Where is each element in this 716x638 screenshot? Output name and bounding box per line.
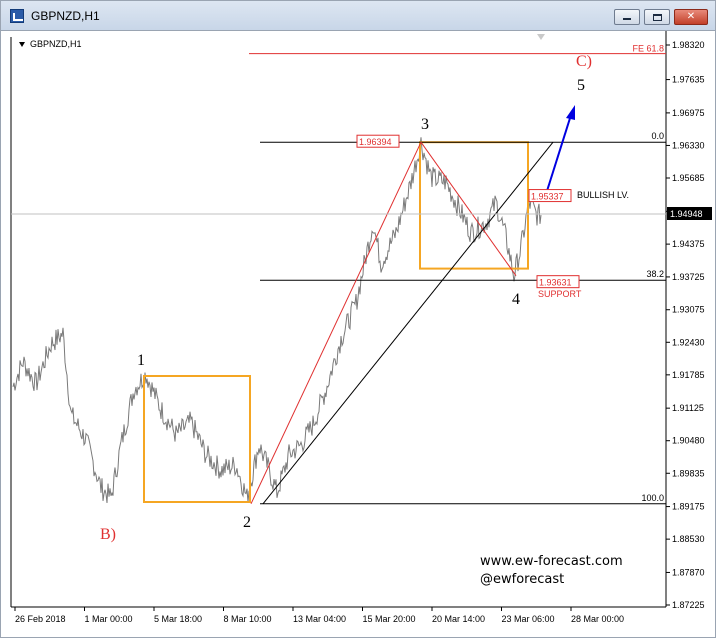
time-axis-tick-label: 15 Mar 20:00: [363, 614, 416, 624]
support-annotation: SUPPORT: [538, 289, 582, 299]
price-chart: 1.983201.976351.969751.963301.956851.950…: [10, 31, 712, 624]
time-axis-tick-label: 20 Mar 14:00: [432, 614, 485, 624]
time-axis-tick-label: 23 Mar 06:00: [502, 614, 555, 624]
watermark-handle: @ewforecast: [480, 572, 564, 587]
price-axis-tick-label: 1.95685: [672, 173, 705, 183]
close-button[interactable]: ✕: [674, 9, 708, 25]
price-axis-tick-label: 1.90480: [672, 436, 705, 446]
wave-4-correction-box: [419, 141, 529, 270]
red-channel-line-down: [420, 141, 517, 276]
chart-app-icon: [10, 9, 24, 23]
red-channel-line-up: [250, 141, 422, 505]
minimize-icon: [623, 18, 631, 20]
time-axis-tick-label: 8 Mar 10:00: [224, 614, 272, 624]
price-axis-tick-label: 1.94375: [672, 239, 705, 249]
minimize-button[interactable]: [614, 9, 640, 25]
current-price-text: 1.94948: [670, 209, 703, 219]
bullish-level-annotation: BULLISH LV.: [577, 190, 629, 200]
maximize-button[interactable]: [644, 9, 670, 25]
projection-arrowhead-icon: [566, 105, 575, 120]
high-price-text: 1.96394: [359, 137, 392, 147]
price-axis-tick-label: 1.91785: [672, 370, 705, 380]
wave-3-label: 3: [421, 116, 429, 133]
support-price-text: 1.93631: [539, 278, 572, 288]
price-axis-tick-label: 1.89835: [672, 468, 705, 478]
watermark-site: www.ew-forecast.com: [480, 554, 623, 569]
price-axis-tick-label: 1.87870: [672, 567, 705, 577]
fib-38-2-label: 38.2: [646, 269, 664, 279]
price-axis-tick-label: 1.96330: [672, 140, 705, 150]
price-axis-tick-label: 1.93075: [672, 305, 705, 315]
price-axis-tick-label: 1.93725: [672, 272, 705, 282]
chart-canvas[interactable]: GBPNZD,H1 1.98320 1.97635 1.96975 1.96330 1.…: [1, 31, 715, 637]
price-axis-tick-label: 1.88530: [672, 534, 705, 544]
wave-5-projection-arrow: [546, 114, 572, 192]
fib-100-label: 100.0: [641, 493, 664, 503]
price-axis-tick-label: 1.91125: [672, 403, 704, 413]
time-axis-tick-label: 26 Feb 2018: [15, 614, 66, 624]
wave-5-label: 5: [577, 77, 585, 94]
wave-b-label: B): [100, 526, 116, 543]
window-title-bar[interactable]: GBPNZD,H1 ✕: [1, 1, 715, 31]
maximize-icon: [652, 13, 662, 21]
price-axis-tick-label: 1.87225: [672, 600, 705, 610]
time-axis-tick-label: 1 Mar 00:00: [85, 614, 133, 624]
close-icon: ✕: [686, 11, 696, 22]
wave-c-label: C): [576, 53, 592, 70]
time-axis-tick-label: 5 Mar 18:00: [154, 614, 202, 624]
time-axis-tick-label: 13 Mar 04:00: [293, 614, 346, 624]
price-axis-tick-label: 1.92430: [672, 337, 705, 347]
time-axis-ticks: 26 Feb 2018 1 Mar 00:00 5 Mar 18:00 8 Mar 1…: [14, 607, 624, 624]
price-axis-tick-label: 1.98320: [672, 40, 705, 50]
price-axis-tick-label: 1.89175: [672, 502, 705, 512]
fib-0-label: 0.0: [651, 131, 664, 141]
time-axis-tick-label: 28 Mar 00:00: [571, 614, 624, 624]
price-axis-tick-label: 1.96975: [672, 108, 705, 118]
wave-4-label: 4: [512, 291, 520, 308]
fe-61-8-label: FE 61.8: [632, 44, 664, 54]
bullish-price-text: 1.95337: [531, 192, 564, 202]
wave-2-correction-box: [143, 375, 251, 503]
wave-1-label: 1: [137, 352, 145, 369]
window-title: GBPNZD,H1: [31, 9, 100, 23]
chart-window: GBPNZD,H1 ✕ GBPNZD,H1 1.98320 1.97635 1.96…: [0, 0, 716, 638]
price-axis-tick-label: 1.97635: [672, 75, 705, 85]
wave-2-label: 2: [243, 514, 251, 531]
price-axis-ticks: 1.983201.976351.969751.963301.956851.950…: [666, 40, 705, 610]
